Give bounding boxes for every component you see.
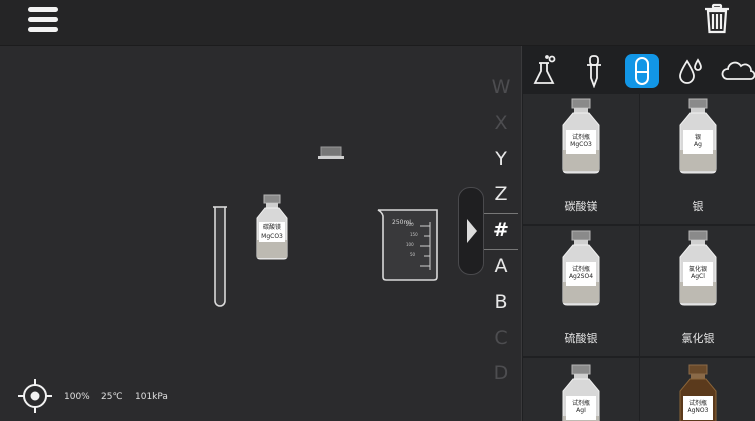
reagent-tag: 试剂瓶 [571,266,590,273]
reagent-bottle[interactable]: 碳酸镁 MgCO3 [251,194,293,260]
reagent-tag: 试剂瓶 [571,134,590,141]
pressure-readout: 101kPa [135,392,168,402]
index-letter[interactable]: A [484,249,518,285]
cloud-icon[interactable] [720,54,755,88]
index-letter[interactable]: D [484,356,518,392]
reagent-name: 碳酸镁 [564,200,598,213]
test-tube[interactable] [212,206,228,310]
bottle-stopper[interactable] [318,145,344,159]
reagent-name: 银 [692,200,704,213]
bottle-label-name: 碳酸镁 [262,224,281,231]
reagent-tag: Ag2SO4 [568,273,594,280]
reagent-name: 氯化银 [681,332,715,345]
bottle-label-formula: MgCO3 [261,233,283,240]
index-letter[interactable]: Y [484,142,518,178]
category-tabs [522,46,755,94]
trash-icon[interactable] [700,2,734,36]
reagent-card[interactable]: 银 Ag 银 [640,94,755,224]
index-letter[interactable]: W [484,70,518,106]
reagent-tag: 试剂瓶 [571,400,590,407]
beaker-mark-label: 200 [406,222,414,227]
temperature-readout: 25℃ [101,392,123,402]
beaker-mark-label: 50 [410,252,416,257]
reagent-card[interactable]: 试剂瓶 AgNO3 [640,358,755,421]
beaker-mark-label: 150 [410,232,418,237]
top-bar [0,0,755,46]
reagent-card[interactable]: 试剂瓶 AgI [523,358,639,421]
index-letter[interactable]: B [484,285,518,321]
reagent-tag: 银 [694,134,701,141]
reagent-card[interactable]: 氯化银 AgCl 氯化银 [640,226,755,356]
index-letter[interactable]: C [484,321,518,357]
crosshair-icon[interactable] [17,378,53,414]
reagent-tag: 氯化银 [688,266,707,273]
reagent-tag: AgNO3 [687,407,709,414]
humidity-readout: 100% [64,392,90,402]
reagent-panel: 试剂瓶 MgCO3 碳酸镁 银 Ag 银 试剂瓶 Ag2SO4 硫酸银 氯化银 … [521,46,755,421]
flask-icon[interactable] [528,54,562,88]
alphabet-index[interactable]: W X Y Z # A B C D [484,70,518,392]
dropper-icon[interactable] [577,54,611,89]
index-letter-selected[interactable]: # [484,213,518,249]
reagent-tag: Ag [694,141,702,148]
index-letter[interactable]: Z [484,177,518,213]
lab-workspace[interactable]: 碳酸镁 MgCO3 250mL 200 150 100 50 [0,46,521,421]
reagent-tag: 试剂瓶 [688,400,707,407]
beaker[interactable]: 250mL 200 150 100 50 [376,208,440,282]
reagent-card[interactable]: 试剂瓶 Ag2SO4 硫酸银 [523,226,639,356]
index-divider [484,249,518,250]
reagent-name: 硫酸银 [564,332,598,345]
panel-toggle-button[interactable] [458,187,484,275]
hamburger-menu-icon[interactable] [24,4,62,36]
index-letter[interactable]: X [484,106,518,142]
capsule-icon[interactable] [625,54,659,88]
droplet-icon[interactable] [673,54,707,88]
reagent-tag: AgCl [691,273,705,280]
index-divider [484,213,518,214]
reagent-card[interactable]: 试剂瓶 MgCO3 碳酸镁 [523,94,639,224]
beaker-mark-label: 100 [406,242,414,247]
reagent-tag: AgI [576,407,586,414]
chevron-right-icon [467,219,477,243]
reagent-tag: MgCO3 [570,141,592,148]
